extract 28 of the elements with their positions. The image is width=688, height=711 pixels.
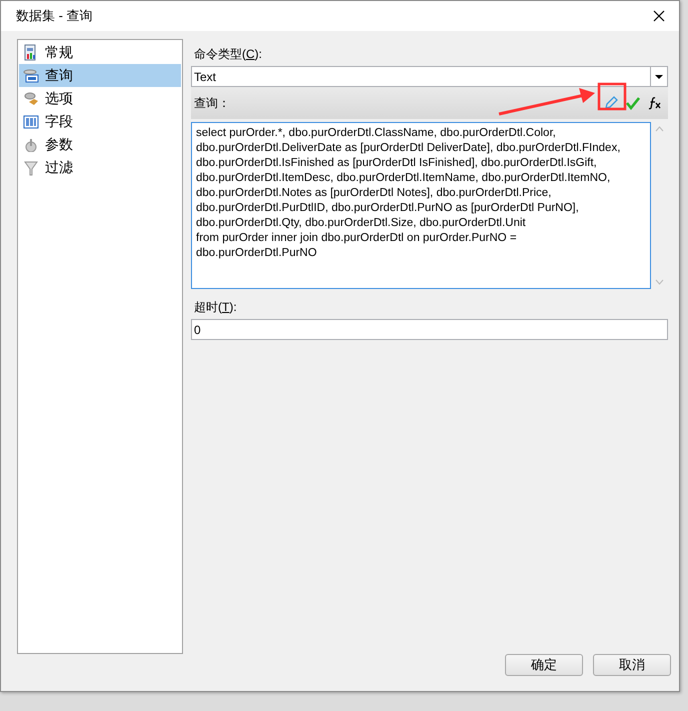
sidebar-item[interactable]: 选项: [19, 87, 181, 110]
pencil-icon: [604, 96, 618, 110]
database-table-icon: [23, 68, 39, 82]
sidebar-item[interactable]: 常规: [19, 41, 181, 64]
dialog-button[interactable]: 取消: [593, 654, 671, 676]
scroll-down-icon[interactable]: [655, 279, 664, 285]
close-icon: [653, 10, 665, 22]
function-icon: [648, 96, 662, 110]
timeout-field[interactable]: 0: [191, 319, 668, 340]
columns-icon: [23, 114, 39, 128]
command-type-dropdown[interactable]: Text: [191, 66, 668, 87]
command-type-label: 命令类型(C):: [194, 46, 264, 63]
sidebar-item[interactable]: 参数: [19, 133, 181, 156]
sidebar-item[interactable]: 过滤: [19, 156, 181, 179]
query-text[interactable]: select purOrder.*, dbo.purOrderDtl.ClassName, dbo.purOrderDtl.Color, dbo.purOrderDtl.DeliverDate as [purOrderDtl DeliverDate], dbo.purOrderDtl.FIndex, dbo.purOrderDtl.IsFinished as [purOrderDtl IsFinished], dbo.purOrderDtl.IsGift, dbo.purOrderDtl.ItemDesc, dbo.purOrderDtl.ItemName, dbo.purOrderDtl.ItemNO, dbo.purOrderDtl.Notes as [purOrderDtl Notes], dbo.purOrderDtl.Price, dbo.purOrderDtl.PurDtlID, dbo.purOrderDtl.PurNO as [purOrderDtl PurNO], dbo.purOrderDtl.Qty, dbo.purOrderDtl.Size, dbo.purOrderDtl.Unit from purOrder inner join dbo.purOrderDtl on purOrder.PurNO = dbo.purOrderDtl.PurNO: [191, 122, 651, 289]
timeout-label: 超时(T):: [194, 299, 238, 316]
sidebar-item[interactable]: 查询: [19, 64, 181, 87]
window-title: 数据集 - 查询: [16, 7, 93, 25]
sidebar-item[interactable]: 字段: [19, 110, 181, 133]
caret-icon: [655, 74, 663, 78]
highlight-box: [598, 82, 626, 110]
dialog-button[interactable]: 确定: [505, 654, 583, 676]
query-label: 查询：: [194, 94, 230, 112]
parameter-icon: [23, 138, 39, 152]
scroll-up-icon[interactable]: [655, 126, 664, 132]
checkmark-icon: [626, 96, 640, 110]
database-hand-icon: [23, 92, 39, 106]
funnel-icon: [23, 160, 39, 176]
